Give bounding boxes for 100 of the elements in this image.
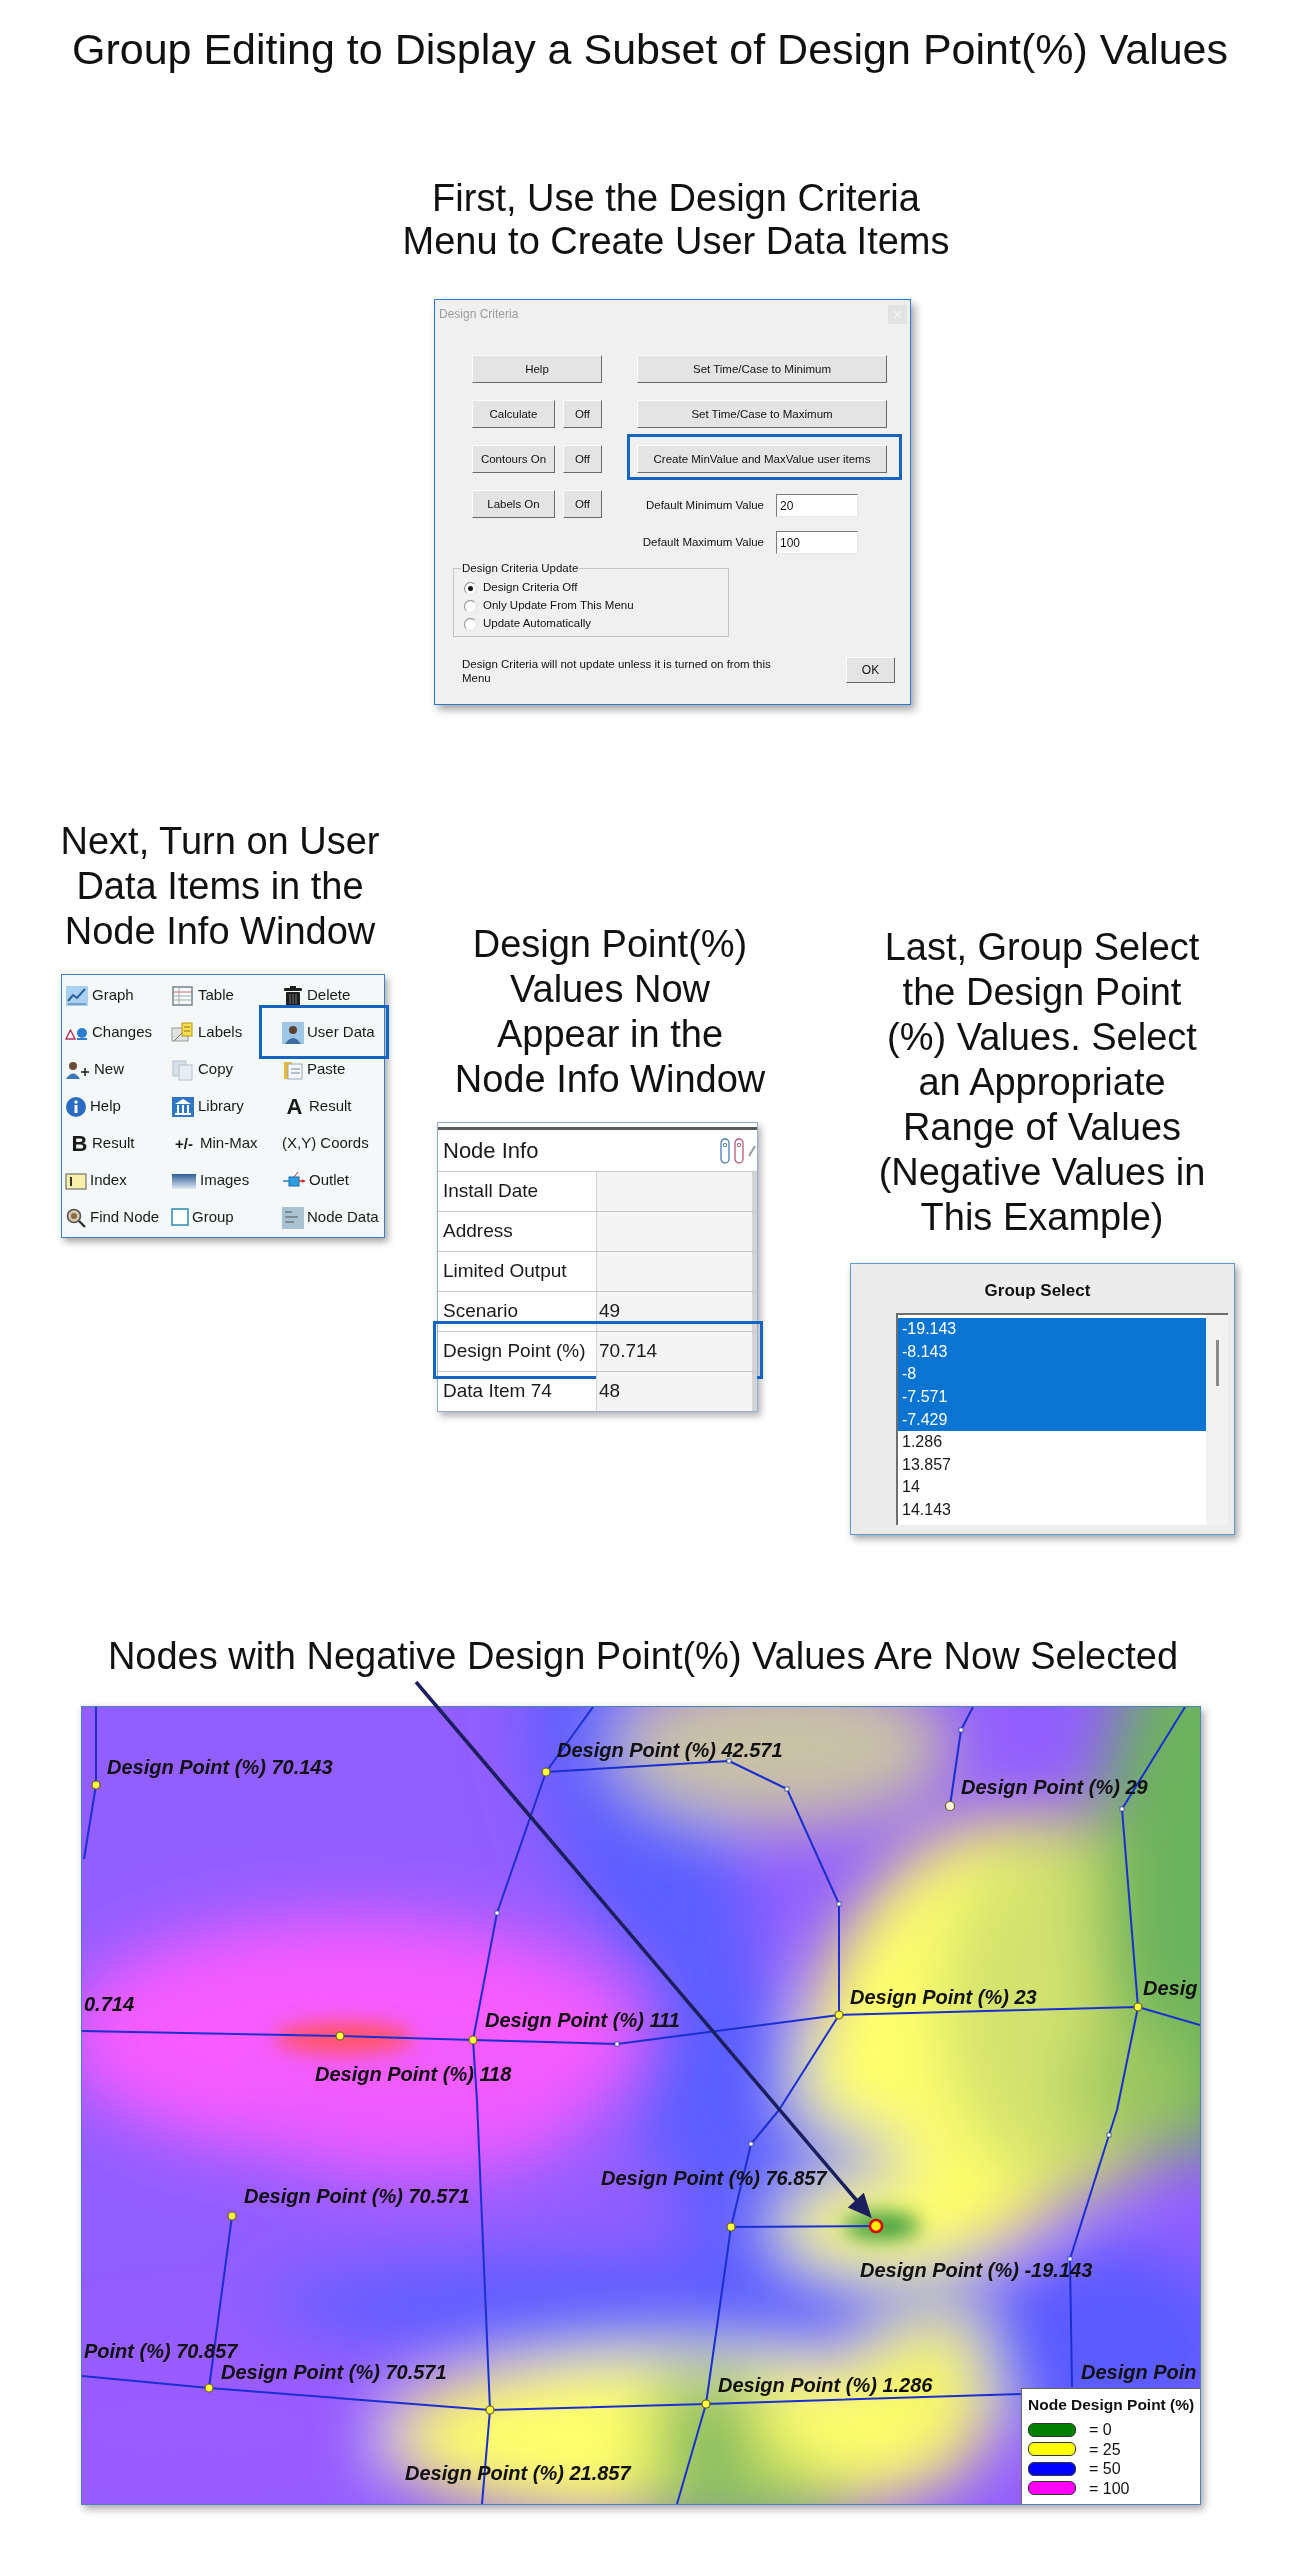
dialog-button[interactable]: Set Time/Case to Maximum (637, 400, 887, 428)
bank-icon (171, 1095, 195, 1118)
input-field[interactable]: 20 (776, 494, 858, 517)
toolbar-button[interactable]: Changes (65, 1017, 153, 1048)
node-icon[interactable] (944, 1800, 956, 1812)
step-heading: Next, Turn on User Data Items in the Node Info Window (59, 819, 381, 954)
legend-title: Node Design Point (%) (1028, 2395, 1196, 2415)
row-label: Install Date (442, 1179, 540, 1204)
dialog-button[interactable]: Labels On (472, 490, 555, 518)
person-icon (282, 1021, 304, 1044)
toolbar-button[interactable]: Group (171, 1202, 234, 1233)
field-label: Default Minimum Value (645, 497, 764, 513)
list-item[interactable]: -8.143 (898, 1340, 1206, 1364)
node-label: Point (%) 70.857 (84, 2341, 238, 2361)
tag-icon (171, 1021, 195, 1044)
toolbar-button[interactable]: Copy (171, 1054, 234, 1085)
table-icon (171, 984, 195, 1007)
node-icon[interactable] (335, 2031, 345, 2041)
section-heading: Nodes with Negative Design Point(%) Values Are Now Selected (106, 1634, 1180, 1678)
node-icon[interactable] (468, 2035, 478, 2045)
vertex-icon (748, 2141, 754, 2147)
node-icon[interactable] (701, 2399, 711, 2409)
node-icon[interactable] (541, 1767, 551, 1777)
toggle-button[interactable]: Off (563, 400, 602, 428)
node-icon[interactable] (91, 1780, 101, 1790)
node-label: Design Poin (1081, 2362, 1197, 2382)
page-title: Group Editing to Display a Subset of Design Point(%) Values (71, 24, 1229, 74)
toggle-button[interactable]: Off (563, 490, 602, 518)
vertex-icon (614, 2041, 620, 2047)
toolbar-button[interactable]: Table (171, 980, 234, 1011)
trash-icon (282, 984, 304, 1007)
ok-button[interactable]: OK (846, 657, 895, 683)
node-label: Design Point (%) 76.857 (601, 2168, 827, 2188)
list-item[interactable]: -19.143 (898, 1318, 1206, 1341)
row-label: Scenario (442, 1299, 519, 1324)
row-value: 48 (596, 1372, 757, 1411)
row-value: 49 (596, 1292, 757, 1331)
dialog-button[interactable]: Contours On (472, 445, 555, 473)
step-heading: Design Point(%) Values Now Appear in the Node Info Window (453, 922, 767, 1102)
group-legend: Design Criteria Update (461, 561, 580, 575)
toolbar-button[interactable]: Delete (282, 980, 351, 1011)
radio-icon[interactable] (464, 599, 477, 613)
node-label: Design Point (%) 70.571 (221, 2362, 447, 2382)
scrollbar-thumb[interactable] (1216, 1340, 1219, 1386)
legend-label: = 0 (1089, 2420, 1112, 2440)
row-label: Data Item 74 (442, 1379, 553, 1404)
toolbar-button[interactable]: Library (171, 1091, 244, 1122)
toolbar-button[interactable]: Find Node (65, 1202, 160, 1233)
node-icon[interactable] (1133, 2002, 1143, 2012)
radio-icon[interactable] (464, 581, 477, 595)
toolbar-button[interactable]: A Result (282, 1091, 352, 1122)
toolbar-button[interactable]: New (65, 1054, 124, 1085)
list-item[interactable]: -7.571 (898, 1385, 1206, 1409)
node-label: 0.714 (84, 1994, 135, 2014)
list-item[interactable]: -8 (898, 1363, 1206, 1386)
pin-icon (734, 1137, 744, 1164)
node-icon[interactable] (726, 2222, 736, 2232)
toolbar-button[interactable]: Labels (171, 1017, 243, 1048)
dialog-button[interactable]: Calculate (472, 400, 555, 428)
list-item[interactable]: -7.429 (898, 1408, 1206, 1431)
input-field[interactable]: 100 (776, 531, 858, 554)
radio-option[interactable]: Only Update From This Menu (464, 597, 728, 615)
toolbar-button[interactable]: Node Data (282, 1202, 379, 1233)
toolbar-button[interactable]: (X,Y) Coords (282, 1128, 369, 1159)
vertex-icon (836, 1901, 842, 1907)
dialog-button[interactable]: Help (472, 355, 602, 383)
radio-option[interactable]: Update Automatically (464, 615, 728, 633)
toggle-button[interactable]: Off (563, 445, 602, 473)
dialog-button[interactable]: Set Time/Case to Minimum (637, 355, 887, 383)
node-icon[interactable] (834, 2010, 844, 2020)
row-label: Address (442, 1219, 514, 1244)
toolbar-button[interactable]: B Result (65, 1128, 135, 1159)
toolbar-button[interactable]: Images (171, 1165, 250, 1196)
scrollbar[interactable] (1206, 1315, 1228, 1525)
toolbar-button[interactable]: Graph (65, 980, 134, 1011)
line-chart-icon (65, 984, 89, 1007)
legend-label: = 50 (1089, 2459, 1121, 2479)
node-icon[interactable] (485, 2405, 495, 2415)
node-label: Design Point (%) -19.143 (860, 2260, 1093, 2280)
toolbar-button[interactable]: Help (65, 1091, 121, 1122)
node-label: Design Point (%) 70.571 (244, 2186, 470, 2206)
toolbar-button[interactable]: Index (65, 1165, 127, 1196)
node-icon[interactable] (227, 2211, 237, 2221)
radio-option[interactable]: Design Criteria Off (464, 579, 728, 597)
window-title: Design Criteria (439, 306, 519, 323)
node-label: Design Point (%) 1.286 (718, 2375, 933, 2395)
step-heading: First, Use the Design Criteria Menu to Create User Data Items (401, 177, 951, 263)
step-heading: Last, Group Select the Design Point (%) Values. Select an Appropriate Range of Values (Negative Values in This Example) (877, 925, 1207, 1240)
info-icon (65, 1095, 87, 1118)
toolbar-button[interactable]: Paste (282, 1054, 346, 1085)
node-icon[interactable] (868, 2218, 884, 2234)
toolbar-button[interactable]: +/- Min-Max (171, 1128, 258, 1159)
node-icon[interactable] (204, 2383, 214, 2393)
toolbar-button[interactable]: Outlet (282, 1165, 350, 1196)
node-label: Desig (1143, 1978, 1198, 1998)
radio-icon[interactable] (464, 617, 477, 631)
field-label: Default Maximum Value (642, 534, 764, 550)
dialog-button[interactable]: Create MinValue and MaxValue user items (637, 445, 887, 473)
note-text: Design Criteria will not update unless it is turned on from this Menu (462, 657, 772, 685)
toolbar-button[interactable]: User Data (282, 1017, 375, 1048)
